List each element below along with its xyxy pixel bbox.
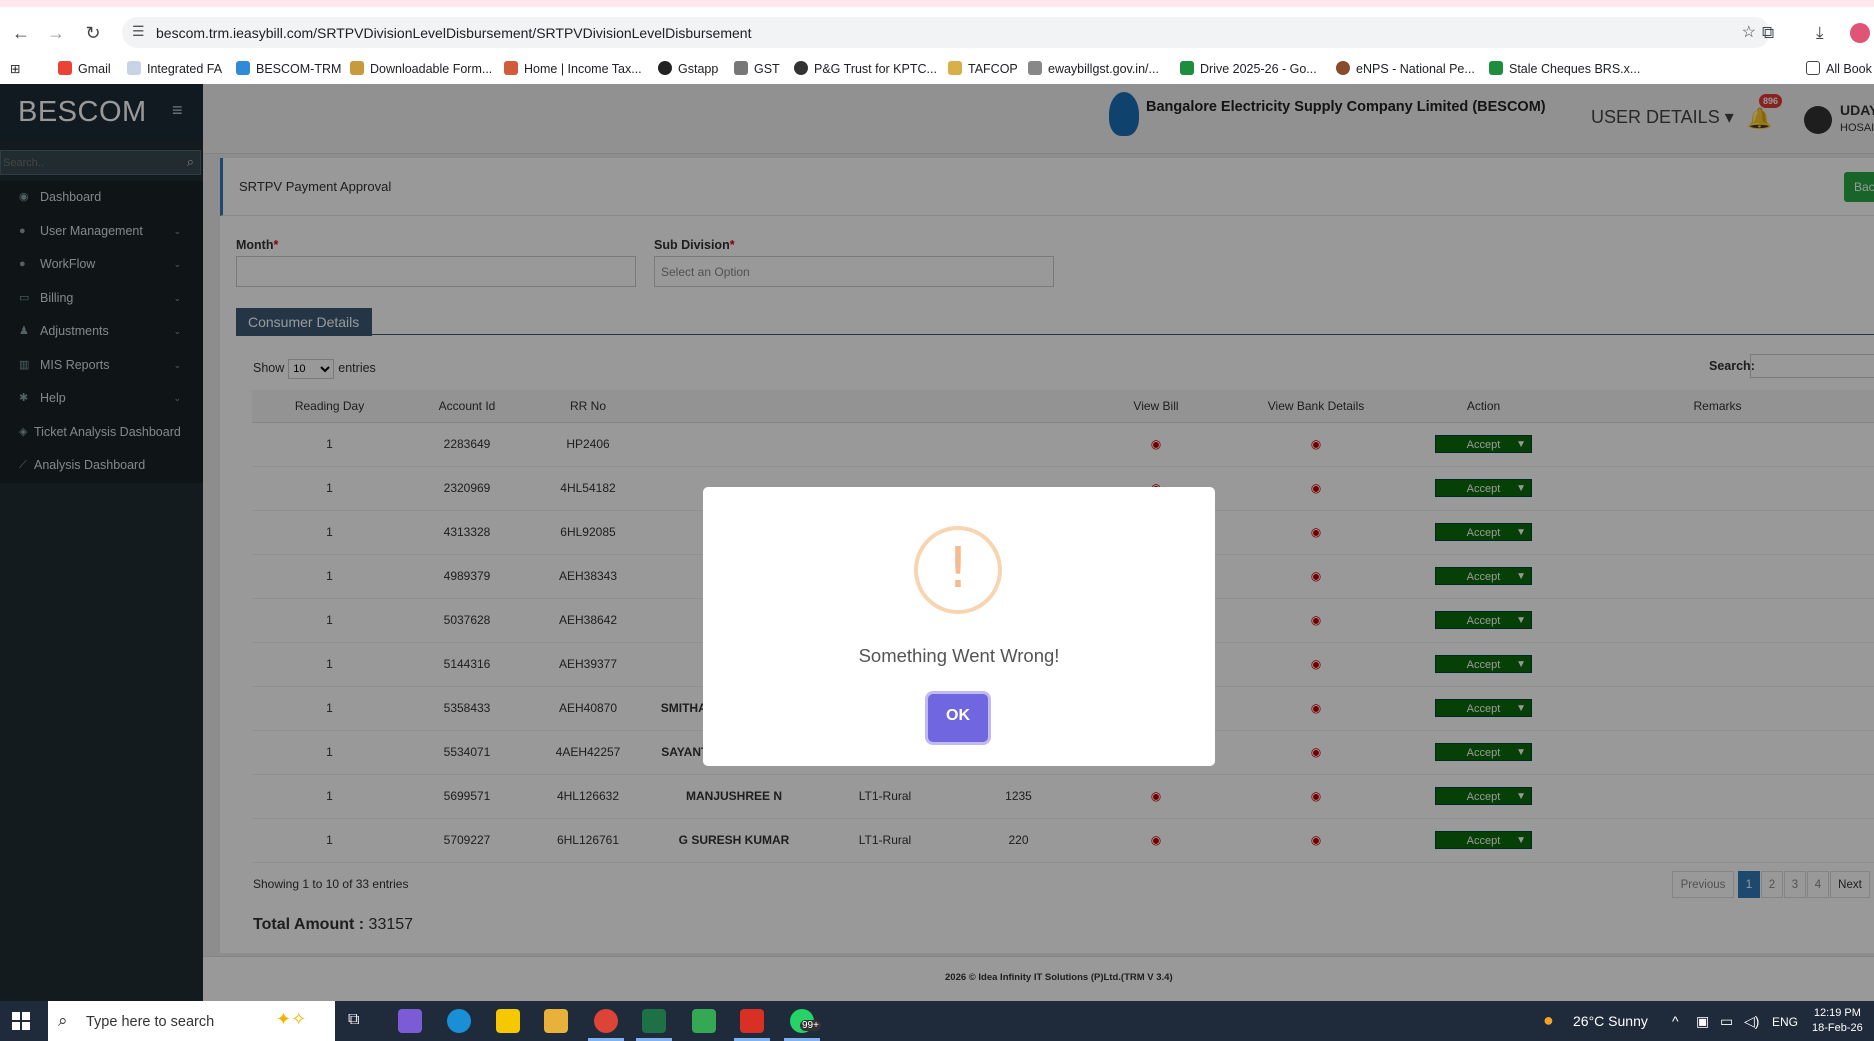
search-icon: ⌕ <box>58 1011 68 1030</box>
bookmark-gstapp[interactable]: Gstapp <box>658 61 718 76</box>
weather-icon: ● <box>1543 1010 1554 1030</box>
bookmark-pg-trust[interactable]: P&G Trust for KPTC... <box>794 61 937 76</box>
bookmark-tafcop[interactable]: TAFCOP <box>948 61 1018 76</box>
address-bar[interactable]: ☰ bescom.trm.ieasybill.com/SRTPVDivision… <box>122 17 1770 48</box>
warning-icon: ! <box>914 526 1002 614</box>
extensions-icon[interactable]: ⧉ <box>1762 23 1774 43</box>
whatsapp-badge: 99+ <box>800 1020 821 1031</box>
bookmark-drive[interactable]: Drive 2025-26 - Go... <box>1180 61 1317 76</box>
language-indicator[interactable]: ENG <box>1772 1015 1798 1029</box>
alert-dialog: ! Something Went Wrong! OK <box>703 487 1215 766</box>
profile-avatar[interactable] <box>1850 23 1870 43</box>
bookmarks-bar: ⊞ Gmail Integrated FA BESCOM-TRM Downloa… <box>0 54 1874 84</box>
ok-button[interactable]: OK <box>928 694 988 742</box>
all-bookmarks[interactable]: All Book <box>1806 61 1872 76</box>
pdf-app-icon[interactable] <box>734 1009 770 1041</box>
edge-icon[interactable] <box>447 1009 471 1033</box>
download-icon[interactable]: ⤓ <box>1816 23 1824 43</box>
bookmark-bescom-trm[interactable]: BESCOM-TRM <box>236 61 341 76</box>
bookmark-integrated-fa[interactable]: Integrated FA <box>127 61 222 76</box>
windows-start-icon[interactable] <box>12 1012 30 1030</box>
meet-icon[interactable]: ▣ <box>1696 1013 1709 1030</box>
browser-chrome: ← → ↻ ☰ bescom.trm.ieasybill.com/SRTPVDi… <box>0 0 1874 84</box>
clock-date: 18-Feb-26 <box>1812 1022 1863 1034</box>
alert-message: Something Went Wrong! <box>858 645 1060 666</box>
clock-time: 12:19 PM <box>1813 1007 1861 1019</box>
taskbar-search[interactable]: ⌕ Type here to search ✦✧ <box>48 1001 335 1041</box>
bookmark-income-tax[interactable]: Home | Income Tax... <box>504 61 642 76</box>
bookmark-gst[interactable]: GST <box>734 61 780 76</box>
bookmark-ewaybill[interactable]: ewaybillgst.gov.in/... <box>1028 61 1159 76</box>
bookmark-star-icon[interactable]: ☆ <box>1742 22 1756 42</box>
file-explorer-icon[interactable] <box>544 1009 568 1033</box>
sticky-notes-icon[interactable] <box>496 1009 520 1033</box>
network-icon[interactable]: ▭ <box>1720 1013 1733 1030</box>
bookmark-downloadable-forms[interactable]: Downloadable Form... <box>350 61 492 76</box>
bookmark-enps[interactable]: eNPS - National Pe... <box>1336 61 1475 76</box>
taskbar-search-placeholder: Type here to search <box>86 1014 215 1030</box>
clock[interactable]: 12:19 PM 18-Feb-26 <box>1812 1006 1863 1036</box>
apps-grid-icon[interactable]: ⊞ <box>10 61 20 76</box>
chevron-up-icon[interactable]: ^ <box>1672 1013 1679 1029</box>
bookmark-gmail[interactable]: Gmail <box>58 61 111 76</box>
reload-icon[interactable]: ↻ <box>80 20 106 46</box>
back-arrow-icon[interactable]: ← <box>8 20 34 46</box>
chrome-icon[interactable] <box>588 1009 624 1041</box>
modal-backdrop[interactable]: ! Something Went Wrong! OK <box>0 84 1874 1001</box>
address-row: ← → ↻ ☰ bescom.trm.ieasybill.com/SRTPVDi… <box>0 14 1874 50</box>
bookmark-stale-cheques[interactable]: Stale Cheques BRS.x... <box>1489 61 1640 76</box>
sparkle-icon: ✦✧ <box>276 1009 307 1029</box>
excel-icon[interactable] <box>636 1009 672 1041</box>
windows-taskbar: ⌕ Type here to search ✦✧ ⧉ 99+ ● 26°C Su… <box>0 1001 1874 1041</box>
weather-text[interactable]: 26°C Sunny <box>1573 1013 1648 1029</box>
copilot-icon[interactable] <box>398 1009 422 1033</box>
site-info-icon[interactable]: ☰ <box>132 23 145 40</box>
forward-arrow-icon[interactable]: → <box>43 20 69 46</box>
task-view-icon[interactable]: ⧉ <box>348 1011 359 1029</box>
google-drive-icon[interactable] <box>692 1009 716 1033</box>
url-text: bescom.trm.ieasybill.com/SRTPVDivisionLe… <box>156 25 752 41</box>
volume-icon[interactable]: ◁) <box>1744 1013 1759 1030</box>
